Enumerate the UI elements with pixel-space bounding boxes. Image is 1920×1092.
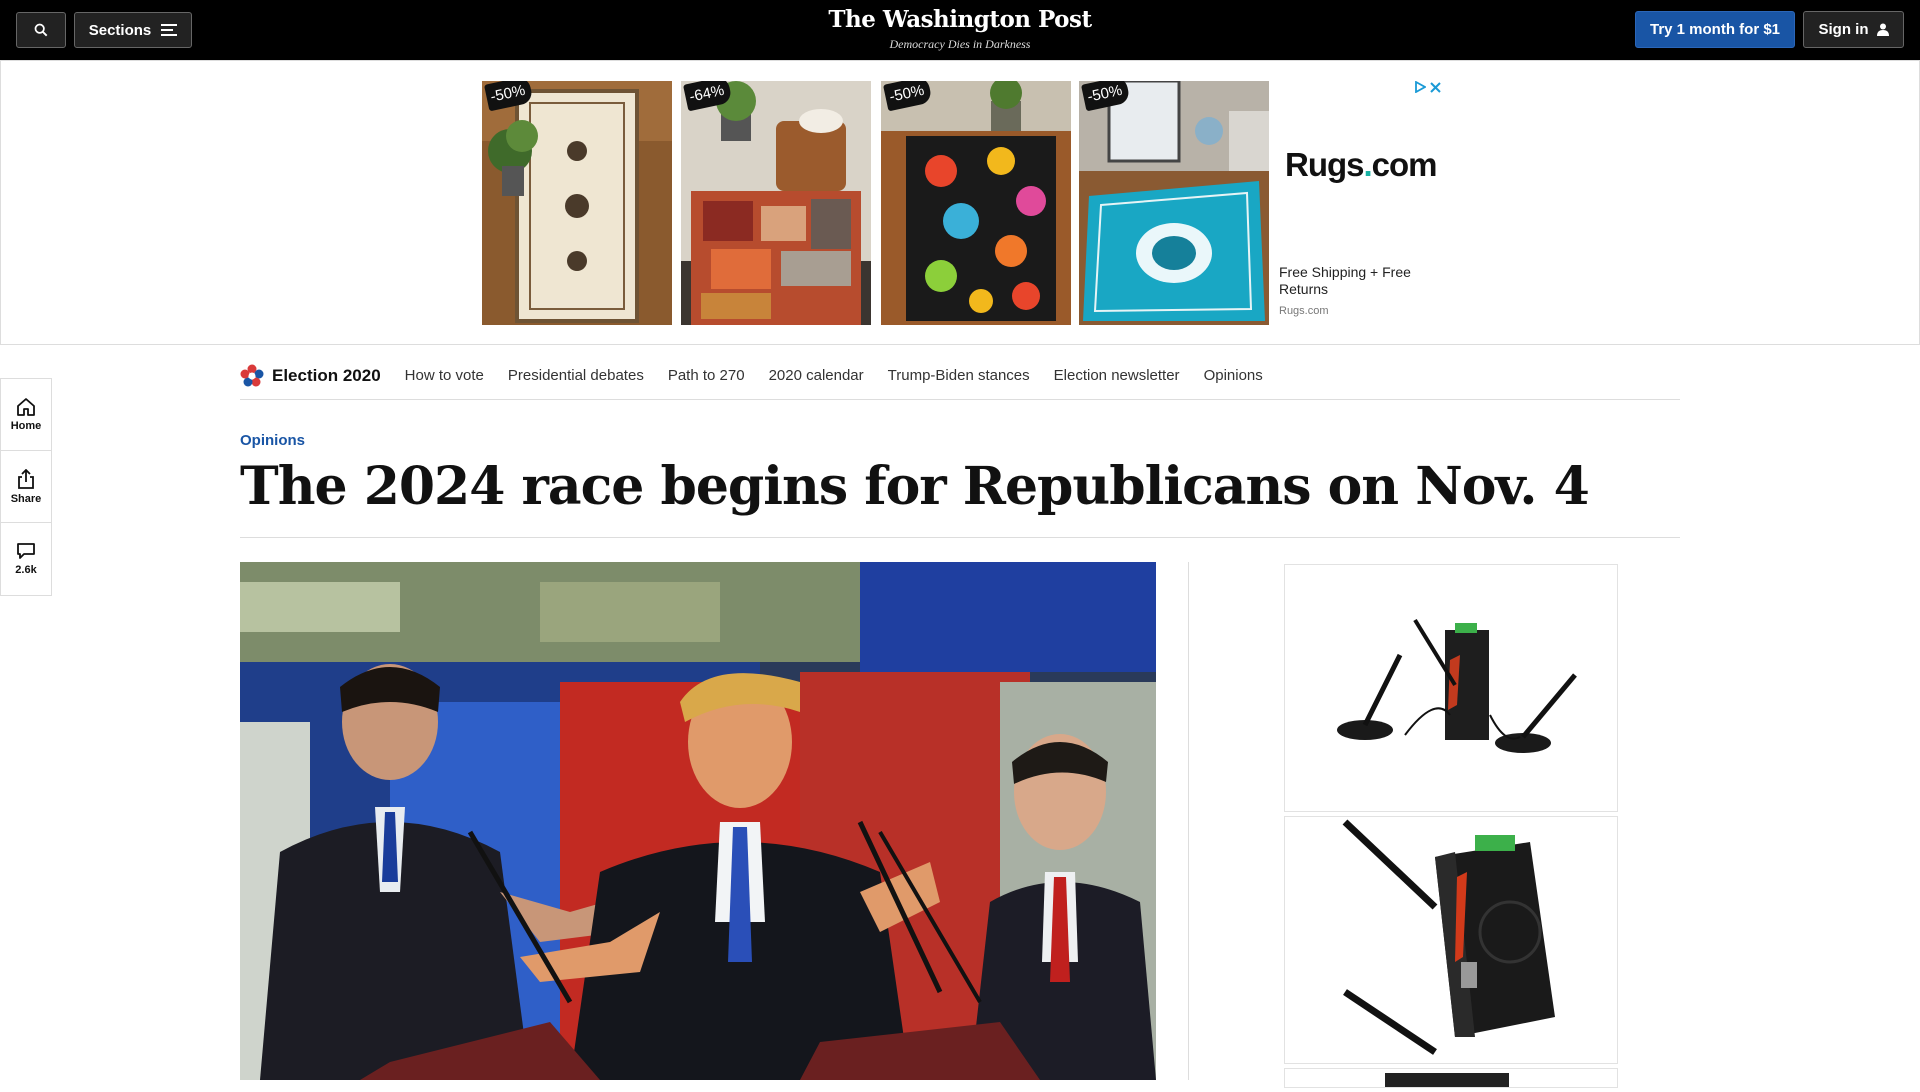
router-image-3 <box>1385 1073 1509 1087</box>
home-icon <box>17 397 35 416</box>
share-label: Share <box>10 492 42 505</box>
left-action-rail: Home Share 2.6k <box>0 378 52 596</box>
advertiser-tld: com <box>1371 146 1438 183</box>
election-star-icon <box>240 364 264 386</box>
rug-product-2[interactable]: -64% <box>681 81 871 325</box>
share-button[interactable]: Share <box>1 451 51 523</box>
election-title: Election 2020 <box>272 365 381 385</box>
election-2020-link[interactable]: Election 2020 <box>240 364 381 388</box>
ad-controls[interactable] <box>1414 81 1441 93</box>
election-subnav: Election 2020 How to vote Presidential d… <box>240 352 1680 400</box>
nav-how-to-vote[interactable]: How to vote <box>405 367 484 384</box>
search-button[interactable] <box>16 12 66 48</box>
ad-copy[interactable]: Free Shipping + Free Returns <box>1279 264 1439 298</box>
nav-path-to-270[interactable]: Path to 270 <box>668 367 745 384</box>
nav-opinions[interactable]: Opinions <box>1204 367 1263 384</box>
rug-product-1[interactable]: -50% <box>482 81 672 325</box>
share-icon <box>18 468 34 489</box>
home-label: Home <box>10 419 42 432</box>
advertiser-name: Rugs <box>1285 146 1364 183</box>
router-product-card-2[interactable] <box>1284 816 1618 1064</box>
nav-election-newsletter[interactable]: Election newsletter <box>1054 367 1180 384</box>
router-image-2 <box>1285 817 1617 1063</box>
comments-count: 2.6k <box>15 564 37 576</box>
article-lead-image[interactable] <box>240 562 1156 1080</box>
search-icon <box>34 23 48 37</box>
sections-label: Sections <box>88 21 152 39</box>
debate-photo <box>240 562 1156 1080</box>
sign-in-label: Sign in <box>1818 21 1869 38</box>
site-tagline: Democracy Dies in Darkness <box>889 37 1031 51</box>
sign-in-button[interactable]: Sign in <box>1803 11 1904 48</box>
user-icon <box>1876 23 1889 36</box>
ad-source[interactable]: Rugs.com <box>1279 305 1329 317</box>
nav-presidential-debates[interactable]: Presidential debates <box>508 367 644 384</box>
subscribe-button[interactable]: Try 1 month for $1 <box>1635 11 1795 48</box>
router-product-card-3[interactable] <box>1284 1068 1618 1088</box>
rug-image-1 <box>482 81 672 325</box>
rug-image-3 <box>881 81 1071 325</box>
article-kicker[interactable]: Opinions <box>240 432 305 449</box>
rug-product-3[interactable]: -50% <box>881 81 1071 325</box>
advertiser-logo[interactable]: Rugs.com <box>1285 146 1438 184</box>
site-logo[interactable]: The Washington Post <box>760 6 1160 33</box>
masthead[interactable]: The Washington Post Democracy Dies in Da… <box>760 6 1160 52</box>
sidebar-advertisement <box>1284 562 1618 1088</box>
sections-button[interactable]: Sections <box>74 12 192 48</box>
comments-button[interactable]: 2.6k <box>1 523 51 595</box>
menu-icon <box>161 24 178 36</box>
router-product-card-1[interactable] <box>1284 564 1618 812</box>
home-button[interactable]: Home <box>1 379 51 451</box>
headline-divider <box>240 537 1680 538</box>
router-image-1 <box>1285 565 1617 811</box>
nav-2020-calendar[interactable]: 2020 calendar <box>769 367 864 384</box>
article-headline: The 2024 race begins for Republicans on … <box>240 456 1590 517</box>
rug-image-4 <box>1079 81 1269 325</box>
nav-trump-biden-stances[interactable]: Trump-Biden stances <box>888 367 1030 384</box>
adchoices-icon[interactable] <box>1414 81 1426 93</box>
top-navigation-bar: Sections The Washington Post Democracy D… <box>0 0 1920 60</box>
column-divider <box>1188 562 1189 1080</box>
rug-image-2 <box>681 81 871 325</box>
rug-product-4[interactable]: -50% <box>1079 81 1269 325</box>
comment-icon <box>17 543 35 559</box>
banner-advertisement: -50% -64% -50% -50% Rugs.com Free Shippi… <box>0 60 1920 345</box>
advertiser-logo-dot: . <box>1363 146 1373 183</box>
close-icon[interactable] <box>1430 81 1441 93</box>
